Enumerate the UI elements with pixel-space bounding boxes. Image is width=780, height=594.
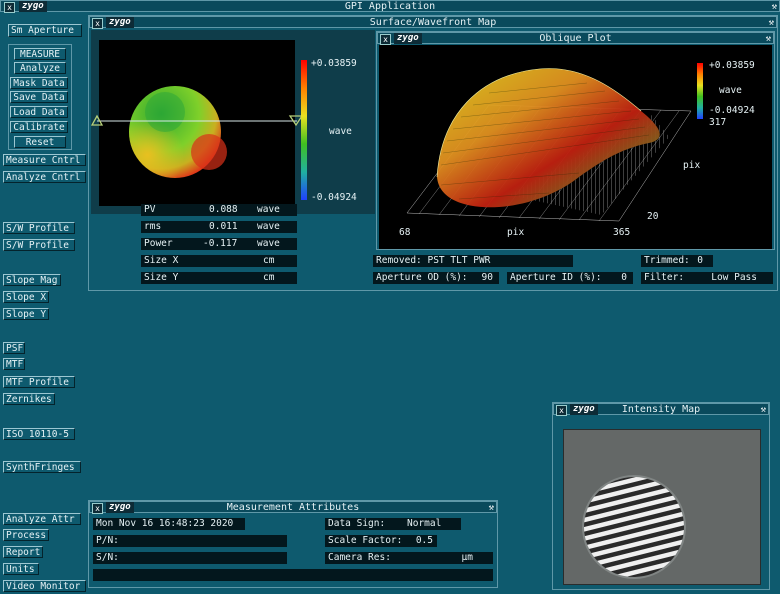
sw-profile-button-1[interactable]: S/W Profile	[3, 222, 75, 234]
wrench-icon[interactable]: ⚒	[761, 404, 766, 416]
fringe-image	[564, 430, 760, 584]
oblique-titlebar: x zygo Oblique Plot ⚒	[377, 32, 774, 45]
stat-rms: rms 0.011 wave	[141, 221, 297, 233]
aperture-id-field: Aperture ID (%): 0	[507, 272, 633, 284]
zygo-logo: zygo	[394, 33, 422, 44]
oblique-title: Oblique Plot	[539, 33, 612, 44]
data-sign-field: Data Sign: Normal	[325, 518, 461, 530]
close-icon[interactable]: x	[92, 503, 103, 514]
close-icon[interactable]: x	[380, 34, 391, 45]
stat-pv: PV 0.088 wave	[141, 204, 297, 216]
oblique-extra-value: 317	[709, 117, 727, 128]
oblique-scale-unit: wave	[719, 85, 742, 96]
oblique-color-scale	[697, 63, 703, 119]
stat-size-y: Size Y cm	[141, 272, 297, 284]
aperture-od-field: Aperture OD (%): 90	[373, 272, 499, 284]
units-button[interactable]: Units	[3, 563, 39, 575]
load-data-button[interactable]: Load Data	[10, 106, 68, 118]
sn-field[interactable]: S/N:	[93, 552, 287, 564]
analyze-attr-button[interactable]: Analyze Attr	[3, 513, 81, 525]
oblique-y-label: pix	[683, 160, 701, 171]
reset-button[interactable]: Reset	[14, 136, 66, 148]
process-button[interactable]: Process	[3, 529, 49, 541]
comment-field[interactable]	[93, 569, 493, 581]
oblique-y-value: 20	[647, 211, 659, 222]
wrench-icon[interactable]: ⚒	[489, 502, 494, 514]
report-button[interactable]: Report	[3, 546, 43, 558]
slope-y-button[interactable]: Slope Y	[3, 308, 49, 320]
zygo-logo: zygo	[19, 1, 47, 12]
video-monitor-button[interactable]: Video Monitor	[3, 580, 86, 592]
save-data-button[interactable]: Save Data	[10, 91, 68, 103]
oblique-plot[interactable]: +0.03859 wave -0.04924 317 pix 20 68 pix…	[379, 45, 772, 249]
oblique-x-start: 68	[399, 227, 411, 238]
profile-line[interactable]	[91, 112, 303, 136]
mtf-profile-button[interactable]: MTF Profile	[3, 376, 75, 388]
sm-aperture-button[interactable]: Sm Aperture	[8, 24, 82, 37]
zernikes-button[interactable]: Zernikes	[3, 393, 55, 405]
wrench-icon[interactable]: ⚒	[772, 1, 777, 13]
stat-power: Power -0.117 wave	[141, 238, 297, 250]
analyze-cntrl-button[interactable]: Analyze Cntrl	[3, 171, 86, 183]
surface-map-plot[interactable]: +0.03859 wave -0.04924	[91, 30, 375, 214]
date-field: Mon Nov 16 16:48:23 2020	[93, 518, 245, 530]
zygo-logo: zygo	[106, 502, 134, 513]
slope-mag-button[interactable]: Slope Mag	[3, 274, 61, 286]
measure-button[interactable]: MEASURE	[14, 48, 66, 60]
iso-10110-button[interactable]: ISO 10110-5	[3, 428, 75, 440]
sw-profile-button-2[interactable]: S/W Profile	[3, 239, 75, 251]
oblique-x-end: 365	[613, 227, 631, 238]
psf-button[interactable]: PSF	[3, 342, 25, 354]
close-icon[interactable]: x	[92, 18, 103, 29]
oblique-plot-window: x zygo Oblique Plot ⚒ +0.03859 wave -0.0…	[376, 31, 775, 250]
oblique-scale-max: +0.03859	[709, 60, 755, 71]
app-title: GPI Application	[344, 1, 436, 12]
scale-unit-label: wave	[329, 126, 352, 137]
oblique-scale-min: -0.04924	[709, 105, 755, 116]
color-scale-bar	[301, 60, 307, 200]
intensity-titlebar: x zygo Intensity Map ⚒	[553, 403, 769, 416]
removed-field: Removed: PST TLT PWR	[373, 255, 573, 267]
intensity-map-window: x zygo Intensity Map ⚒	[552, 402, 770, 590]
slope-x-button[interactable]: Slope X	[3, 291, 49, 303]
intensity-image[interactable]	[563, 429, 761, 585]
camera-res-field: Camera Res: µm	[325, 552, 493, 564]
attributes-title: Measurement Attributes	[226, 502, 360, 513]
mask-data-button[interactable]: Mask Data	[10, 77, 68, 89]
intensity-title: Intensity Map	[621, 404, 701, 415]
oblique-surface-image	[406, 68, 692, 222]
surface-map-window: x zygo Surface/Wavefront Map ⚒ +0.03859 …	[88, 15, 778, 291]
app-titlebar: x zygo GPI Application ⚒	[0, 0, 780, 13]
scale-max-label: +0.03859	[311, 58, 357, 69]
oblique-x-label: pix	[507, 227, 525, 238]
calibrate-button[interactable]: Calibrate	[10, 121, 68, 133]
zygo-logo: zygo	[106, 17, 134, 28]
filter-field: Filter: Low Pass	[641, 272, 773, 284]
scale-factor-field: Scale Factor: 0.5	[325, 535, 437, 547]
measurement-attributes-window: x zygo Measurement Attributes ⚒ Mon Nov …	[88, 500, 498, 588]
synth-fringes-button[interactable]: SynthFringes	[3, 461, 81, 473]
measure-group: MEASURE Analyze Mask Data Save Data Load…	[8, 44, 72, 150]
wrench-icon[interactable]: ⚒	[769, 17, 774, 29]
close-icon[interactable]: x	[4, 2, 15, 13]
zygo-logo: zygo	[570, 404, 598, 415]
analyze-button[interactable]: Analyze	[14, 62, 66, 74]
surface-map-titlebar: x zygo Surface/Wavefront Map ⚒	[89, 16, 777, 29]
trimmed-field: Trimmed: 0	[641, 255, 713, 267]
measure-cntrl-button[interactable]: Measure Cntrl	[3, 154, 86, 166]
close-icon[interactable]: x	[556, 405, 567, 416]
mtf-button[interactable]: MTF	[3, 358, 25, 370]
scale-min-label: -0.04924	[311, 192, 357, 203]
surface-map-title: Surface/Wavefront Map	[369, 17, 497, 28]
pn-field[interactable]: P/N:	[93, 535, 287, 547]
wrench-icon[interactable]: ⚒	[766, 33, 771, 45]
stat-size-x: Size X cm	[141, 255, 297, 267]
attributes-titlebar: x zygo Measurement Attributes ⚒	[89, 501, 497, 514]
